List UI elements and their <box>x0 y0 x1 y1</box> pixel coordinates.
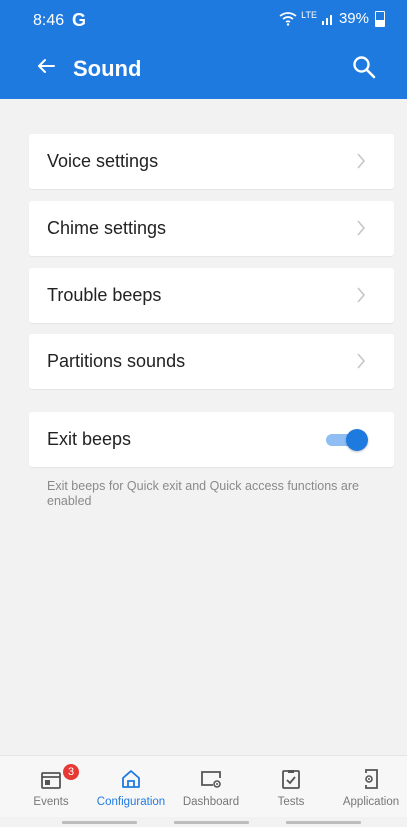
bottom-navigation: 3 Events Configuration Dashboard Tests A… <box>0 755 407 818</box>
home-icon <box>122 770 140 788</box>
nav-tests[interactable]: Tests <box>251 756 331 818</box>
voice-settings-item[interactable]: Voice settings <box>29 134 394 189</box>
trouble-beeps-item[interactable]: Trouble beeps <box>29 268 394 323</box>
nav-events[interactable]: 3 Events <box>11 756 91 818</box>
dashboard-settings-icon <box>201 771 221 788</box>
system-navigation-bar <box>0 817 407 827</box>
calendar-icon <box>41 772 61 789</box>
nav-events-label: Events <box>33 796 69 808</box>
google-icon: G <box>72 10 87 30</box>
nav-tests-label: Tests <box>277 796 305 808</box>
nav-configuration-label: Configuration <box>96 796 166 808</box>
title-bar: Sound <box>0 50 407 90</box>
arrow-left-icon[interactable] <box>34 54 58 78</box>
toggle-thumb <box>346 429 368 451</box>
page-title: Sound <box>73 56 142 81</box>
search-icon[interactable] <box>351 54 377 80</box>
nav-application-label: Application <box>342 796 400 808</box>
events-badge: 3 <box>63 764 79 780</box>
network-type: LTE <box>301 10 317 20</box>
partitions-sounds-item[interactable]: Partitions sounds <box>29 334 394 389</box>
status-bar: 8:46 G LTE 39% <box>0 0 407 36</box>
battery-percent: 39% <box>338 10 369 27</box>
nav-configuration[interactable]: Configuration <box>91 756 171 818</box>
exit-beeps-label: Exit beeps <box>47 429 132 449</box>
recents-handle[interactable] <box>62 821 137 824</box>
chime-settings-item[interactable]: Chime settings <box>29 201 394 256</box>
chevron-right-icon <box>357 287 366 303</box>
status-time: 8:46 <box>33 12 65 29</box>
clipboard-check-icon <box>282 770 300 789</box>
chevron-right-icon <box>357 353 366 369</box>
voice-settings-label: Voice settings <box>47 151 159 171</box>
battery-icon <box>375 10 385 27</box>
back-handle[interactable] <box>286 821 361 824</box>
home-handle[interactable] <box>174 821 249 824</box>
exit-beeps-hint: Exit beeps for Quick exit and Quick acce… <box>47 479 359 508</box>
phone-gear-icon <box>365 769 378 789</box>
wifi-icon <box>279 11 297 26</box>
nav-application[interactable]: Application <box>331 756 407 818</box>
signal-icon <box>321 14 332 25</box>
nav-dashboard-label: Dashboard <box>182 796 240 808</box>
chime-settings-label: Chime settings <box>47 218 167 238</box>
app-bar: 8:46 G LTE 39% Sound <box>0 0 407 99</box>
chevron-right-icon <box>357 153 366 169</box>
trouble-beeps-label: Trouble beeps <box>47 285 162 305</box>
nav-dashboard[interactable]: Dashboard <box>171 756 251 818</box>
status-indicators: LTE 39% <box>279 10 385 27</box>
exit-beeps-item: Exit beeps <box>29 412 394 467</box>
partitions-sounds-label: Partitions sounds <box>47 351 186 371</box>
exit-beeps-toggle[interactable] <box>326 429 368 451</box>
chevron-right-icon <box>357 220 366 236</box>
